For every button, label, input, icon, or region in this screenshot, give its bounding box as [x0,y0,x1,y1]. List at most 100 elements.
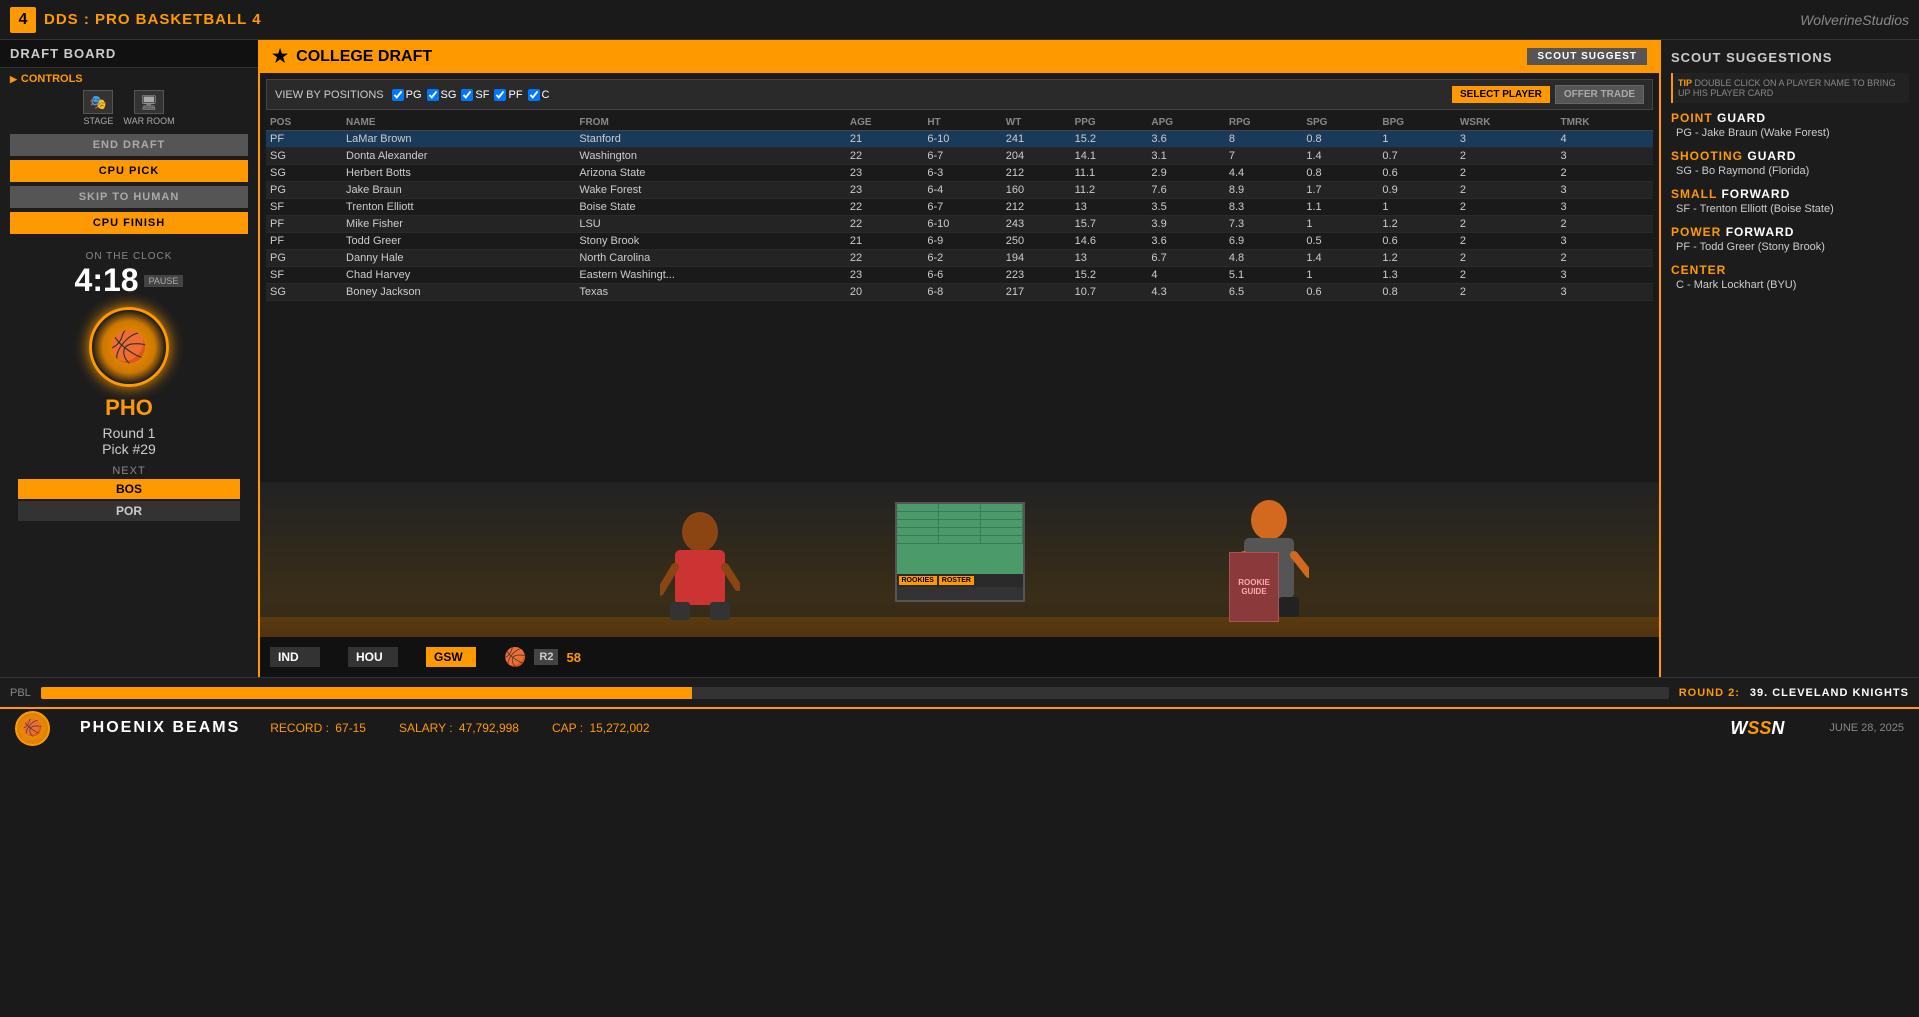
end-draft-button[interactable]: END DRAFT [10,134,248,156]
cell-age: 22 [846,216,923,233]
cell-ppg: 15.2 [1071,131,1148,148]
col-wt[interactable]: WT [1002,115,1071,131]
cell-from: Boise State [575,199,846,216]
ticker-gsw: GSW [426,647,476,667]
cell-bpg: 0.8 [1378,284,1455,301]
col-apg[interactable]: APG [1147,115,1224,131]
pick-info: 39. CLEVELAND KNIGHTS [1750,687,1909,699]
offer-trade-button[interactable]: OFFER TRADE [1555,85,1644,104]
col-ppg[interactable]: PPG [1071,115,1148,131]
table-row[interactable]: SG Donta Alexander Washington 22 6-7 204… [266,148,1653,165]
next-team-por: POR [18,501,240,521]
laptop[interactable]: ROOKIES ROSTER [895,502,1025,602]
cell-rpg: 6.9 [1225,233,1302,250]
scout-c-player[interactable]: C - Mark Lockhart (BYU) [1671,279,1909,291]
scene-area: ROOKIES ROSTER [260,482,1659,677]
stage-control[interactable]: 🎭 STAGE [83,90,113,126]
cell-from: Texas [575,284,846,301]
cell-rpg: 4.4 [1225,165,1302,182]
cell-wsrk: 2 [1456,199,1557,216]
cell-wt: 194 [1002,250,1071,267]
col-ht[interactable]: HT [923,115,1001,131]
col-name[interactable]: NAME [342,115,575,131]
scout-pg-player[interactable]: PG - Jake Braun (Wake Forest) [1671,127,1909,139]
table-row[interactable]: PG Danny Hale North Carolina 22 6-2 194 … [266,250,1653,267]
pause-button[interactable]: PAUSE [144,275,184,287]
cell-rpg: 6.5 [1225,284,1302,301]
pos-sg-checkbox[interactable]: SG [427,89,457,101]
col-age[interactable]: AGE [846,115,923,131]
cell-pos: SG [266,284,342,301]
stage-label: STAGE [83,116,113,126]
table-row[interactable]: SG Boney Jackson Texas 20 6-8 217 10.7 4… [266,284,1653,301]
view-positions-bar: VIEW BY POSITIONS PG SG SF PF C SELECT P… [266,79,1653,110]
cell-name: Mike Fisher [342,216,575,233]
col-bpg[interactable]: BPG [1378,115,1455,131]
col-from[interactable]: FROM [575,115,846,131]
cell-bpg: 0.7 [1378,148,1455,165]
team-logo-small: 🏀 [15,711,50,746]
pos-sf-checkbox[interactable]: SF [461,89,489,101]
scout-sg-player[interactable]: SG - Bo Raymond (Florida) [1671,165,1909,177]
table-row[interactable]: PG Jake Braun Wake Forest 23 6-4 160 11.… [266,182,1653,199]
cell-ht: 6-2 [923,250,1001,267]
cell-from: Wake Forest [575,182,846,199]
cell-ht: 6-7 [923,148,1001,165]
ticker-score: 58 [566,650,580,665]
scout-tip: TIP DOUBLE CLICK ON A PLAYER NAME TO BRI… [1671,73,1909,103]
table-row[interactable]: PF LaMar Brown Stanford 21 6-10 241 15.2… [266,131,1653,148]
progress-fill [41,687,692,699]
rookies-button[interactable]: ROOKIES [899,576,937,585]
cell-wt: 243 [1002,216,1071,233]
cpu-finish-button[interactable]: CPU FINISH [10,212,248,234]
pos-pf-checkbox[interactable]: PF [494,89,522,101]
col-tmrk[interactable]: TMRK [1557,115,1653,131]
date-label: JUNE 28, 2025 [1829,722,1904,734]
table-row[interactable]: SF Trenton Elliott Boise State 22 6-7 21… [266,199,1653,216]
scout-pf-player[interactable]: PF - Todd Greer (Stony Brook) [1671,241,1909,253]
cell-tmrk: 3 [1557,199,1653,216]
table-row[interactable]: PF Mike Fisher LSU 22 6-10 243 15.7 3.9 … [266,216,1653,233]
col-rpg[interactable]: RPG [1225,115,1302,131]
col-pos[interactable]: POS [266,115,342,131]
cell-wt: 217 [1002,284,1071,301]
col-spg[interactable]: SPG [1302,115,1378,131]
table-row[interactable]: SG Herbert Botts Arizona State 23 6-3 21… [266,165,1653,182]
scout-sg-title: SHOOTING GUARD [1671,149,1909,163]
magazine-stack[interactable]: ROOKIEGUIDE [1229,552,1279,622]
cell-name: Boney Jackson [342,284,575,301]
progress-bar-area: PBL ROUND 2: 39. CLEVELAND KNIGHTS [0,677,1919,707]
cell-wsrk: 2 [1456,250,1557,267]
salary-info: SALARY : 47,792,998 [399,721,522,735]
table-row[interactable]: SF Chad Harvey Eastern Washingt... 23 6-… [266,267,1653,284]
ticker-team-gsw: GSW [426,647,476,667]
draft-board-header: DRAFT BOARD [0,40,258,68]
cell-name: Chad Harvey [342,267,575,284]
scout-suggest-button[interactable]: SCOUT SUGGEST [1527,48,1647,65]
scout-sf-player[interactable]: SF - Trenton Elliott (Boise State) [1671,203,1909,215]
ticker-round: R2 [534,649,558,665]
team-logo: 🏀 [89,307,169,387]
col-wsrk[interactable]: WSRK [1456,115,1557,131]
cell-bpg: 1.3 [1378,267,1455,284]
on-the-clock-label: ON THE CLOCK [8,251,250,262]
cell-pos: PF [266,131,342,148]
skip-human-button[interactable]: SKIP TO HUMAN [10,186,248,208]
cpu-pick-button[interactable]: CPU PICK [10,160,248,182]
cell-tmrk: 3 [1557,267,1653,284]
pos-c-checkbox[interactable]: C [528,89,550,101]
cell-age: 22 [846,148,923,165]
select-player-button[interactable]: SELECT PLAYER [1452,86,1550,103]
cell-bpg: 1.2 [1378,250,1455,267]
pos-pg-checkbox[interactable]: PG [392,89,422,101]
cell-age: 22 [846,199,923,216]
cell-wt: 160 [1002,182,1071,199]
clock-time: 4:18 [75,262,139,299]
progress-bar [41,687,1669,699]
roster-button[interactable]: ROSTER [939,576,974,585]
ticker-hou: HOU [348,647,398,667]
scout-center: CENTER C - Mark Lockhart (BYU) [1671,263,1909,291]
player-table-scroll[interactable]: POS NAME FROM AGE HT WT PPG APG RPG SPG … [266,115,1653,301]
war-room-control[interactable]: 🖥 WAR ROOM [123,90,174,126]
table-row[interactable]: PF Todd Greer Stony Brook 21 6-9 250 14.… [266,233,1653,250]
